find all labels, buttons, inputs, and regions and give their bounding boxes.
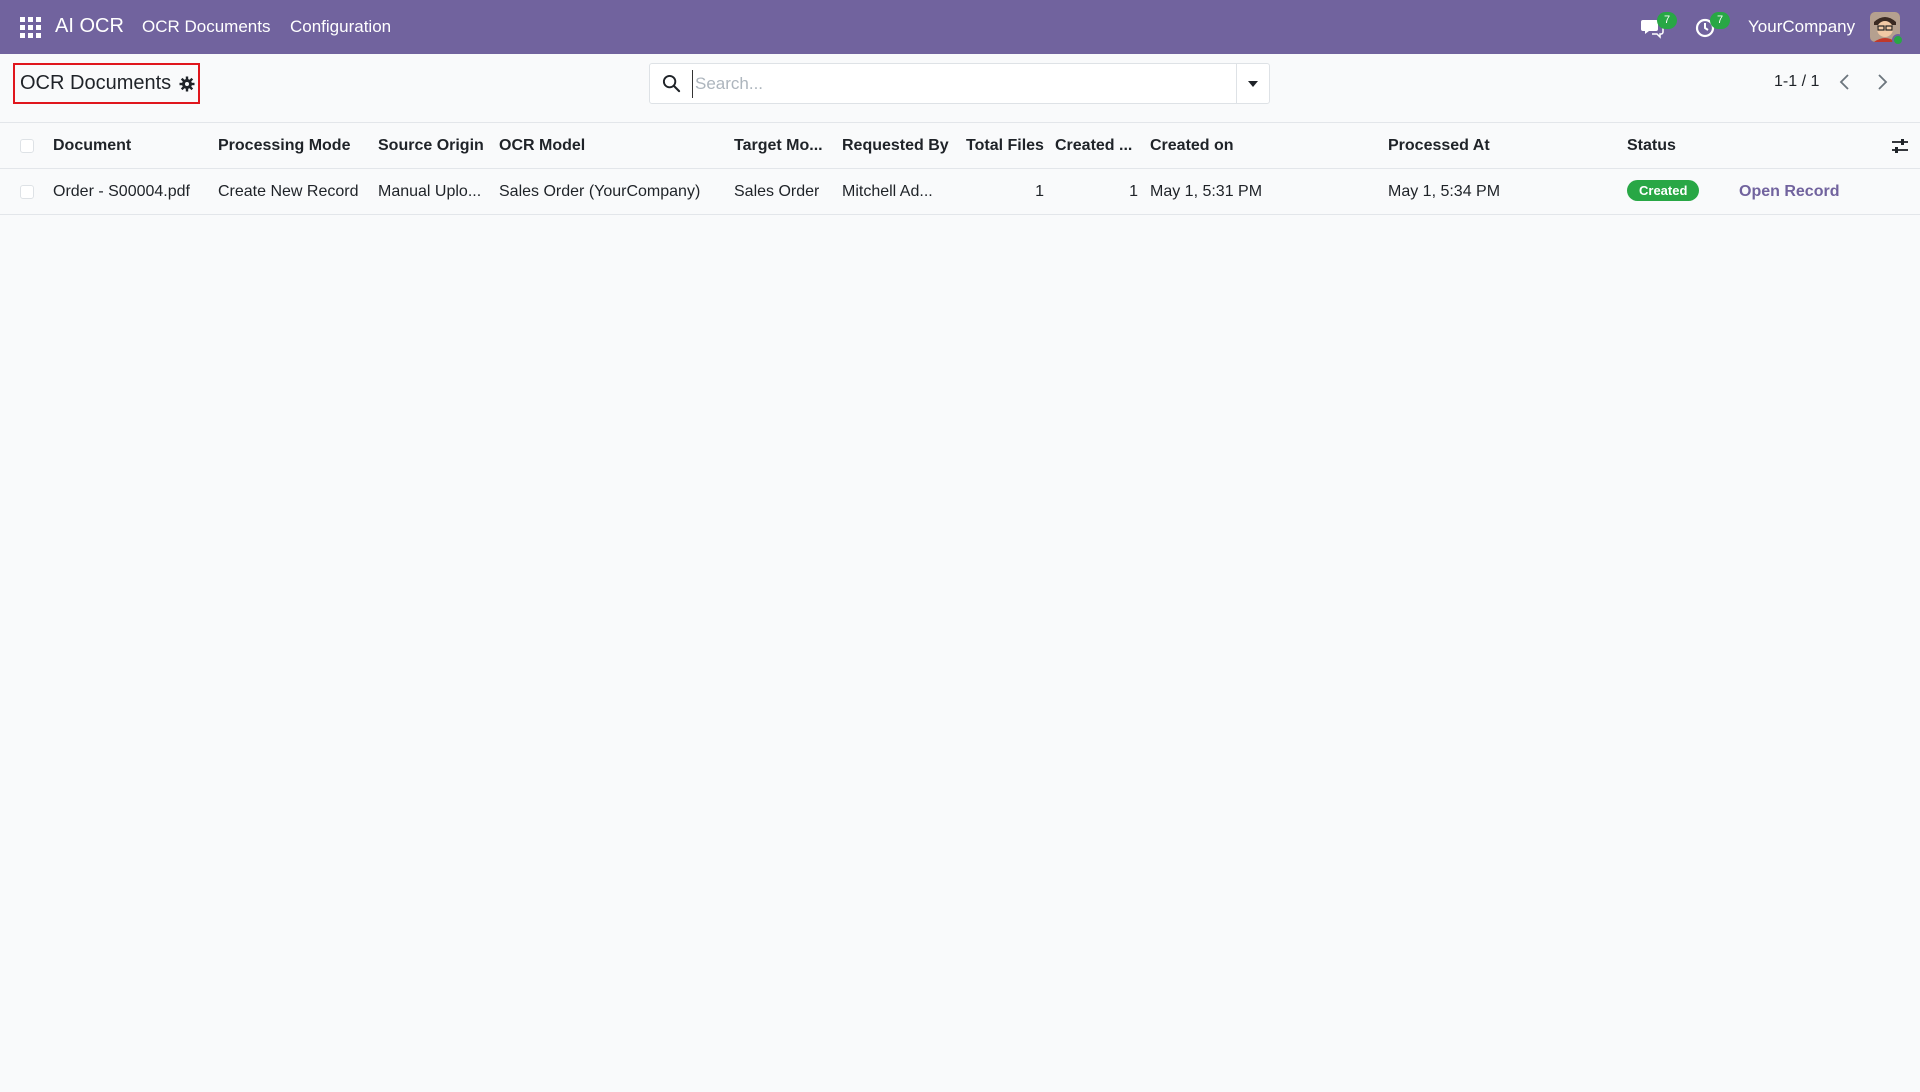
column-header-document[interactable]: Document: [53, 123, 131, 169]
cell-source-origin: Manual Uplo...: [378, 183, 482, 200]
cell-document: Order - S00004.pdf: [53, 183, 190, 200]
ocr-documents-list: Document Processing Mode Source Origin O…: [0, 123, 1920, 215]
column-header-created-count[interactable]: Created ...: [1055, 123, 1132, 169]
cell-processing-mode: Create New Record: [218, 183, 359, 200]
search-input[interactable]: [692, 70, 1212, 98]
menu-item-configuration[interactable]: Configuration: [290, 17, 391, 37]
row-checkbox[interactable]: [20, 185, 34, 199]
cell-status: Created: [1627, 169, 1700, 215]
column-header-status[interactable]: Status: [1627, 123, 1676, 169]
column-header-ocr-model[interactable]: OCR Model: [499, 123, 585, 169]
cell-processed-at: May 1, 5:34 PM: [1388, 183, 1501, 200]
cell-ocr-model: Sales Order (YourCompany): [499, 183, 701, 200]
activity-count-badge: 7: [1710, 12, 1730, 29]
table-header-row: Document Processing Mode Source Origin O…: [0, 123, 1920, 169]
cell-requested-by: Mitchell Ad...: [842, 183, 933, 200]
chat-count-badge: 7: [1657, 12, 1677, 29]
cell-target-model: Sales Order: [734, 183, 820, 200]
apps-grid-icon[interactable]: [20, 17, 41, 38]
gear-icon[interactable]: [179, 76, 195, 92]
page-title: OCR Documents: [20, 72, 172, 94]
app-name[interactable]: AI OCR: [55, 15, 124, 38]
chevron-right-icon[interactable]: [1872, 72, 1892, 92]
column-header-source-origin[interactable]: Source Origin: [378, 123, 484, 169]
search-options-toggle[interactable]: [1236, 64, 1269, 103]
column-header-target-model[interactable]: Target Mo...: [734, 123, 823, 169]
search-box: [649, 63, 1270, 104]
cell-created-count: 1: [1129, 183, 1138, 200]
company-switcher[interactable]: YourCompany: [1748, 17, 1855, 37]
menu-item-ocr-documents[interactable]: OCR Documents: [142, 17, 270, 37]
control-panel: OCR Documents Search... 1-1 / 1: [0, 54, 1920, 123]
user-avatar[interactable]: [1870, 12, 1904, 46]
optional-columns-icon[interactable]: [1891, 137, 1909, 155]
column-header-total-files[interactable]: Total Files: [966, 123, 1044, 169]
column-header-processing-mode[interactable]: Processing Mode: [218, 123, 350, 169]
caret-down-icon: [1248, 80, 1258, 87]
pager-value[interactable]: 1-1 / 1: [1774, 73, 1819, 91]
online-status-dot: [1892, 34, 1904, 46]
top-navbar: AI OCR OCR Documents Configuration 7 7 Y…: [0, 0, 1920, 54]
open-record-button[interactable]: Open Record: [1739, 169, 1839, 215]
breadcrumb: OCR Documents: [13, 63, 200, 104]
column-header-requested-by[interactable]: Requested By: [842, 123, 949, 169]
select-all-checkbox[interactable]: [20, 139, 34, 153]
table-row[interactable]: Order - S00004.pdf Create New Record Man…: [0, 169, 1920, 215]
chevron-left-icon[interactable]: [1835, 72, 1855, 92]
status-badge: Created: [1627, 180, 1700, 202]
cell-created-on: May 1, 5:31 PM: [1150, 183, 1263, 200]
search-icon: [662, 74, 681, 93]
column-header-created-on[interactable]: Created on: [1150, 123, 1234, 169]
column-header-processed-at[interactable]: Processed At: [1388, 123, 1490, 169]
cell-total-files: 1: [1035, 183, 1044, 200]
